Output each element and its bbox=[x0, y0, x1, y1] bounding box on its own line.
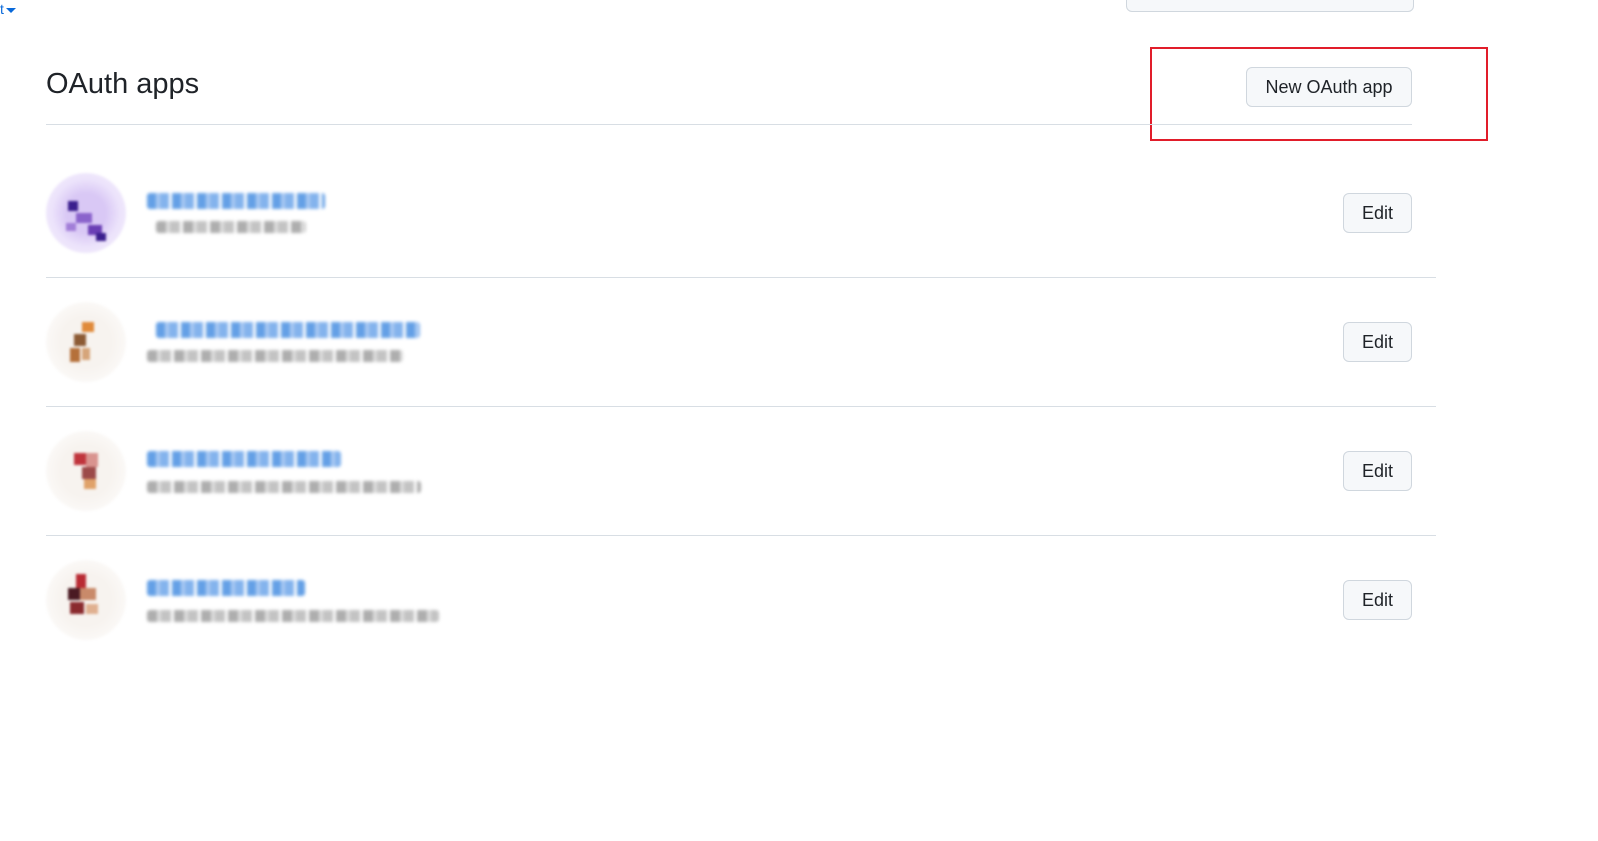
app-row: Edit bbox=[46, 149, 1436, 278]
app-description bbox=[147, 350, 403, 362]
app-name-link[interactable] bbox=[156, 322, 420, 338]
app-description bbox=[147, 481, 421, 493]
app-avatar bbox=[46, 560, 126, 640]
edit-app-button[interactable]: Edit bbox=[1343, 193, 1412, 233]
edit-app-button[interactable]: Edit bbox=[1343, 322, 1412, 362]
account-switcher-link[interactable]: t bbox=[0, 0, 16, 18]
app-avatar bbox=[46, 302, 126, 382]
page-title: OAuth apps bbox=[46, 68, 200, 100]
account-switcher-label: t bbox=[0, 1, 4, 17]
app-row: Edit bbox=[46, 536, 1436, 665]
top-button-partial[interactable] bbox=[1126, 0, 1414, 12]
app-row: Edit bbox=[46, 278, 1436, 407]
app-avatar bbox=[46, 173, 126, 253]
edit-app-button[interactable]: Edit bbox=[1343, 580, 1412, 620]
header-divider bbox=[46, 124, 1412, 125]
app-description bbox=[156, 221, 306, 233]
app-avatar bbox=[46, 431, 126, 511]
app-name-link[interactable] bbox=[147, 580, 305, 596]
caret-down-icon bbox=[5, 7, 16, 13]
app-name-link[interactable] bbox=[147, 193, 325, 209]
app-description bbox=[147, 610, 439, 622]
new-oauth-app-button[interactable]: New OAuth app bbox=[1246, 67, 1412, 107]
edit-app-button[interactable]: Edit bbox=[1343, 451, 1412, 491]
app-row: Edit bbox=[46, 407, 1436, 536]
app-name-link[interactable] bbox=[147, 451, 341, 467]
